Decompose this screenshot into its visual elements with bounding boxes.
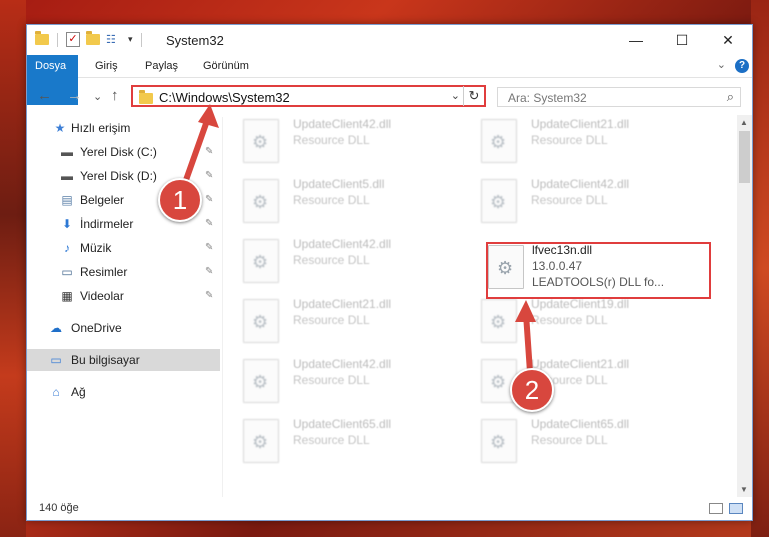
arrow-2-shaft: [523, 311, 533, 375]
callout-1: 1: [158, 178, 202, 222]
arrow-1-head: [198, 104, 219, 128]
arrow-2-head: [515, 300, 536, 322]
annotation-arrows: [183, 104, 536, 375]
callout-2: 2: [510, 368, 554, 412]
arrow-1-shaft: [183, 115, 211, 183]
